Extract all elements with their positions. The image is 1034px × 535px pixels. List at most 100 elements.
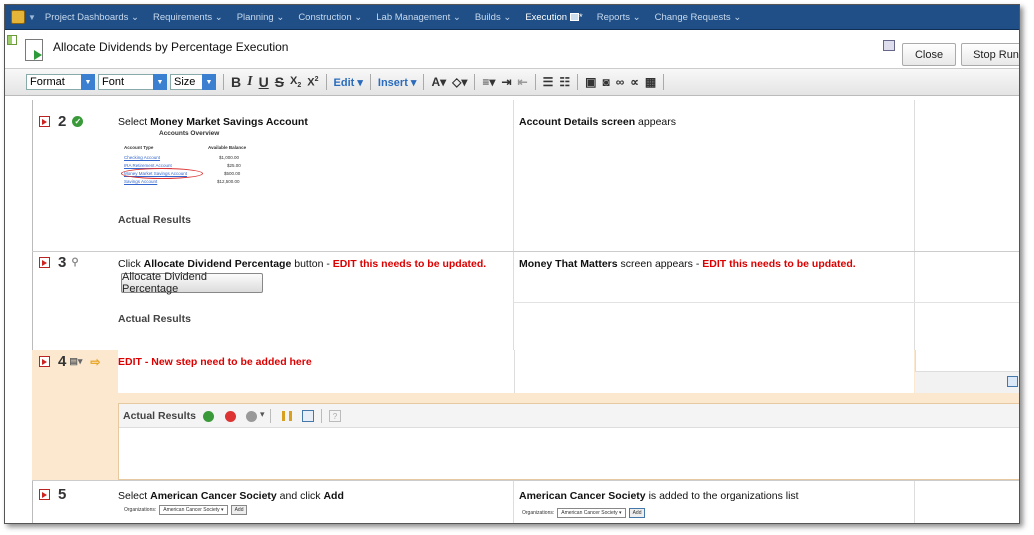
- toolbar-divider: [223, 74, 224, 90]
- nav-builds[interactable]: Builds ⌄: [468, 12, 518, 23]
- size-select[interactable]: Size ▼: [170, 74, 216, 90]
- bold-icon[interactable]: B: [231, 74, 241, 90]
- step-4-number[interactable]: 4 ▤▾ ⇨: [39, 353, 100, 370]
- steps-table: 2 ✓ Select Money Market Savings Account …: [32, 100, 1019, 523]
- step-flag-icon[interactable]: [39, 356, 50, 367]
- insert-menu[interactable]: Insert ▾: [378, 76, 417, 89]
- step-menu-icon[interactable]: ▤▾: [69, 356, 82, 367]
- allocate-dividend-percentage-mock-button: Allocate Dividend Percentage: [121, 271, 263, 295]
- home-icon[interactable]: [11, 10, 25, 24]
- page-title: Allocate Dividends by Percentage Executi…: [53, 40, 289, 54]
- step-2-number[interactable]: 2 ✓: [39, 113, 84, 130]
- actual-results-toolbar: Actual Results ▾ ?: [119, 404, 1019, 428]
- toolbar-divider: [325, 74, 327, 90]
- toolbar-divider: [534, 74, 536, 90]
- toolbar-divider: [423, 74, 425, 90]
- window-icon[interactable]: [883, 40, 895, 51]
- step-3-actual-results-label: Actual Results: [118, 313, 191, 325]
- step-link-icon: ⚲: [71, 257, 79, 268]
- highlight-color-icon[interactable]: ◇▾: [452, 75, 467, 89]
- row-divider: [32, 480, 1019, 481]
- toolbar-divider: [577, 74, 579, 90]
- current-step-arrow-icon: ⇨: [90, 354, 101, 369]
- link-icon[interactable]: ∞: [616, 75, 625, 89]
- numbered-list-icon[interactable]: ☷: [559, 75, 570, 89]
- format-select[interactable]: Format ▼: [26, 74, 95, 90]
- close-button[interactable]: Close: [902, 43, 956, 66]
- nav-project-dashboards[interactable]: Project Dashboards ⌄: [38, 12, 146, 23]
- dropdown-box-icon: [570, 12, 580, 21]
- step-4-action[interactable]: EDIT - New step need to be added here: [118, 356, 312, 368]
- chevron-down-icon: ▼: [81, 74, 95, 90]
- step-2-expected[interactable]: Account Details screen appears: [519, 116, 676, 128]
- step-4-actual-results-label: Actual Results: [123, 410, 196, 422]
- edit-menu[interactable]: Edit ▾: [334, 76, 363, 89]
- font-color-icon[interactable]: A▾: [431, 75, 446, 89]
- outdent-icon[interactable]: ⇤: [518, 75, 528, 89]
- step-5-expected[interactable]: American Cancer Society is added to the …: [519, 490, 799, 502]
- step-3-action[interactable]: Click Allocate Dividend Percentage butto…: [118, 258, 486, 270]
- italic-icon[interactable]: I: [247, 74, 252, 90]
- test-execution-icon: [25, 39, 43, 61]
- underline-icon[interactable]: U: [259, 74, 269, 90]
- chevron-down-icon: ▼: [153, 74, 167, 90]
- cell-divider: [513, 302, 1019, 303]
- toolbar-divider: [663, 74, 665, 90]
- step-2-action[interactable]: Select Money Market Savings Account: [118, 116, 308, 128]
- indent-icon[interactable]: ⇥: [501, 75, 511, 89]
- editor-toolbar: Format ▼ Font ▼ Size ▼ B I U S X2 X2 Edit ▾…: [5, 68, 1019, 96]
- image-icon[interactable]: ▣: [585, 75, 596, 89]
- step-3-number[interactable]: 3 ⚲: [39, 254, 79, 271]
- chevron-down-icon[interactable]: ▼: [28, 13, 36, 22]
- app-window: ▼ Project Dashboards ⌄ Requirements ⌄ Pl…: [4, 4, 1020, 524]
- step-2-actual-results-label: Actual Results: [118, 214, 191, 226]
- superscript-icon[interactable]: X2: [307, 76, 318, 89]
- organizations-result-mock: Organizations: American Cancer Society ▾…: [522, 508, 646, 518]
- camera-icon[interactable]: ◙: [602, 75, 609, 89]
- step-flag-icon[interactable]: [39, 257, 50, 268]
- step-5-action[interactable]: Select American Cancer Society and click…: [118, 490, 344, 502]
- note-edit-icon[interactable]: [1007, 376, 1018, 387]
- organizations-mock: Organizations: American Cancer Society ▾…: [124, 505, 248, 515]
- subscript-icon[interactable]: X2: [290, 75, 301, 89]
- nav-construction[interactable]: Construction ⌄: [291, 12, 369, 23]
- table-icon[interactable]: ▦: [645, 75, 656, 89]
- top-nav: ▼ Project Dashboards ⌄ Requirements ⌄ Pl…: [5, 5, 1019, 30]
- chevron-down-icon: ▼: [202, 74, 216, 90]
- align-icon[interactable]: ≡▾: [482, 75, 495, 89]
- stop-run-button[interactable]: Stop Run: [961, 43, 1019, 66]
- passed-check-icon: ✓: [72, 116, 84, 127]
- status-menu-icon[interactable]: [246, 411, 257, 422]
- nav-execution[interactable]: Execution *: [518, 12, 589, 23]
- nav-reports[interactable]: Reports ⌄: [590, 12, 648, 23]
- grid-icon[interactable]: [7, 35, 17, 45]
- help-icon[interactable]: ?: [329, 410, 341, 422]
- nav-requirements[interactable]: Requirements ⌄: [146, 12, 230, 23]
- step-4-expected-cell[interactable]: [514, 350, 914, 393]
- highlight-oval: [121, 168, 203, 179]
- step-5-number[interactable]: 5: [39, 486, 66, 503]
- nav-lab-management[interactable]: Lab Management ⌄: [369, 12, 468, 23]
- font-select[interactable]: Font ▼: [98, 74, 167, 90]
- nav-change-requests[interactable]: Change Requests ⌄: [648, 12, 749, 23]
- step-4-notes-cell: [915, 371, 1019, 393]
- fail-icon[interactable]: [225, 411, 236, 422]
- toolbar-divider: [474, 74, 476, 90]
- step-flag-icon[interactable]: [39, 489, 50, 500]
- chevron-down-icon[interactable]: ▾: [260, 409, 265, 420]
- title-bar: Allocate Dividends by Percentage Executi…: [5, 30, 1019, 68]
- toolbar-divider: [321, 409, 322, 423]
- step-flag-icon[interactable]: [39, 116, 50, 127]
- step-3-expected[interactable]: Money That Matters screen appears - EDIT…: [519, 258, 856, 270]
- nav-planning[interactable]: Planning ⌄: [230, 12, 292, 23]
- bullet-list-icon[interactable]: ☰: [543, 75, 554, 89]
- toolbar-divider: [369, 74, 371, 90]
- row-divider: [32, 251, 1019, 252]
- accounts-overview-screenshot: Accounts Overview Account Type Available…: [121, 130, 249, 190]
- strikethrough-icon[interactable]: S: [275, 74, 284, 90]
- attach-icon[interactable]: [302, 410, 314, 422]
- unlink-icon[interactable]: ∝: [630, 75, 639, 89]
- pass-icon[interactable]: [203, 411, 214, 422]
- step-4-actual-results-panel: Actual Results ▾ ?: [118, 403, 1019, 480]
- pause-icon[interactable]: [282, 411, 292, 421]
